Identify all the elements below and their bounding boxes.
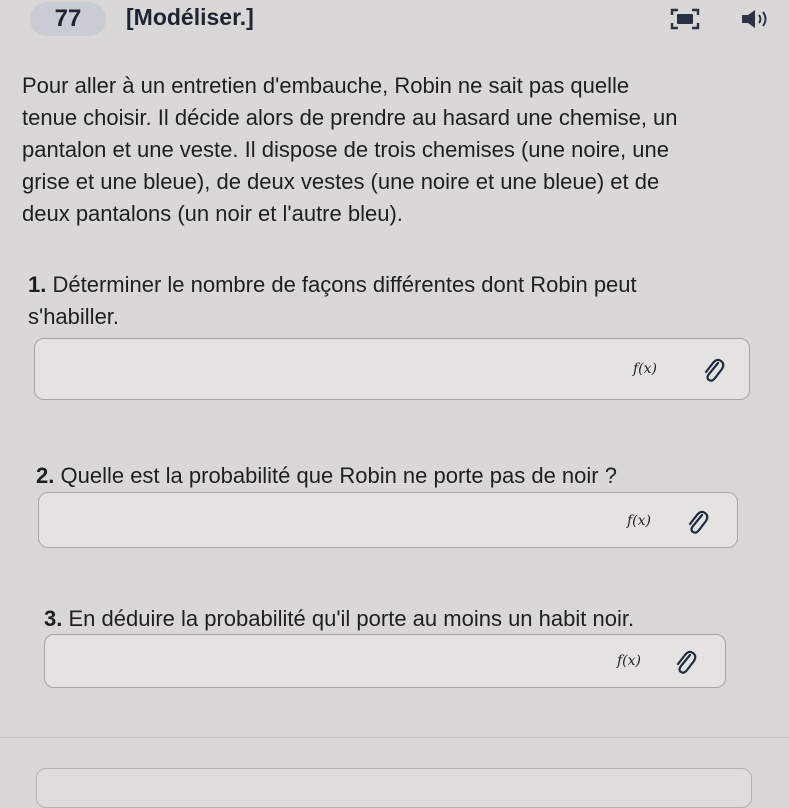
question-2: 2. Quelle est la probabilité que Robin n… xyxy=(36,460,776,492)
statement-line: tenue choisir. Il décide alors de prendr… xyxy=(22,105,678,130)
question-number: 3. xyxy=(44,606,63,631)
answer-input-1[interactable]: f(x) xyxy=(34,338,750,400)
paperclip-icon[interactable] xyxy=(673,649,697,675)
paperclip-icon[interactable] xyxy=(701,357,725,383)
question-number: 1. xyxy=(28,272,47,297)
answer-input-2[interactable]: f(x) xyxy=(38,492,738,548)
paperclip-icon[interactable] xyxy=(685,509,709,535)
fullscreen-icon[interactable] xyxy=(668,6,702,32)
question-number: 2. xyxy=(36,463,55,488)
section-divider xyxy=(0,737,789,738)
question-text: Quelle est la probabilité que Robin ne p… xyxy=(60,463,617,488)
question-text: Déterminer le nombre de façons différent… xyxy=(52,272,637,297)
speaker-icon[interactable] xyxy=(738,6,772,32)
answer-input-3[interactable]: f(x) xyxy=(44,634,726,688)
exercise-tag: [Modéliser.] xyxy=(126,4,254,30)
exercise-header: 77 [Modéliser.] xyxy=(0,0,789,44)
formula-editor-button[interactable]: f(x) xyxy=(627,513,651,529)
next-answer-box[interactable] xyxy=(36,768,752,808)
statement-line: grise et une bleue), de deux vestes (une… xyxy=(22,169,660,194)
statement-line: pantalon et une veste. Il dispose de tro… xyxy=(22,137,669,162)
question-1: 1. Déterminer le nombre de façons différ… xyxy=(28,269,778,333)
statement-line: deux pantalons (un noir et l'autre bleu)… xyxy=(22,201,403,226)
formula-editor-button[interactable]: f(x) xyxy=(633,361,657,377)
problem-statement: Pour aller à un entretien d'embauche, Ro… xyxy=(22,70,782,230)
exercise-number-badge: 77 xyxy=(30,2,106,36)
statement-line: Pour aller à un entretien d'embauche, Ro… xyxy=(22,73,630,98)
question-text: s'habiller. xyxy=(28,304,120,329)
question-3: 3. En déduire la probabilité qu'il porte… xyxy=(44,603,774,635)
question-text: En déduire la probabilité qu'il porte au… xyxy=(68,606,635,631)
formula-editor-button[interactable]: f(x) xyxy=(617,653,641,669)
